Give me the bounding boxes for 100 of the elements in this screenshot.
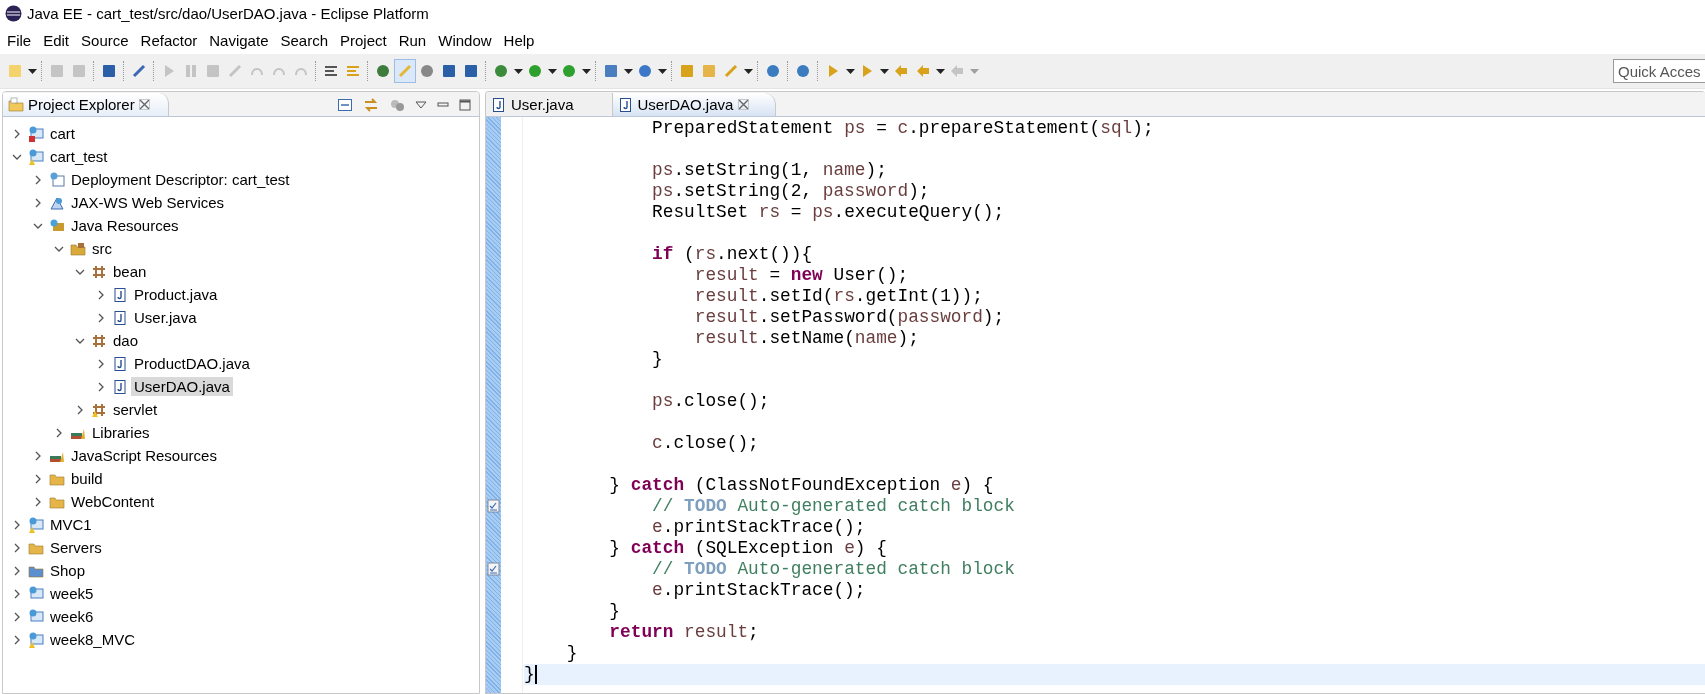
code-line: ps.setString(2, password); xyxy=(651,181,931,202)
tree-item[interactable]: week5 xyxy=(47,584,97,603)
menu-item[interactable]: Search xyxy=(275,30,333,51)
code-line: } xyxy=(651,349,664,370)
caret-icon xyxy=(623,68,633,74)
tree-item[interactable]: Servers xyxy=(47,538,105,557)
expand-chevron-icon[interactable] xyxy=(96,289,106,300)
tree-item[interactable]: JAX-WS Web Services xyxy=(68,193,228,212)
expand-chevron-icon[interactable] xyxy=(33,473,43,484)
code-line: // TODO Auto-generated catch block xyxy=(651,559,1016,580)
package-icon xyxy=(91,332,107,349)
caret-icon xyxy=(513,68,523,74)
expand-chevron-icon[interactable] xyxy=(33,450,43,461)
expand-chevron-icon[interactable] xyxy=(33,174,43,185)
code-line: result.setName(name); xyxy=(693,328,920,349)
caret-icon xyxy=(743,68,753,74)
project-icon xyxy=(28,125,44,142)
suspend-icon xyxy=(183,63,199,79)
task-marker-icon[interactable] xyxy=(487,561,500,576)
back-icon xyxy=(915,63,931,79)
expand-chevron-icon[interactable] xyxy=(12,565,22,576)
expand-chevron-icon[interactable] xyxy=(75,404,85,415)
window-title: Java EE - cart_test/src/dao/UserDAO.java - Eclipse Platform xyxy=(27,5,429,22)
code-line: result.setPassword(password); xyxy=(693,307,1006,328)
code-line: } xyxy=(565,643,579,664)
code-line: if (rs.next()){ xyxy=(651,244,814,265)
expand-chevron-icon[interactable] xyxy=(96,312,106,323)
code-line: ps.close(); xyxy=(651,391,771,412)
project-icon xyxy=(28,585,44,602)
tree-item[interactable]: week8_MVC xyxy=(47,630,139,649)
task-marker-icon[interactable] xyxy=(487,498,500,513)
tree-item[interactable]: cart_test xyxy=(47,147,111,166)
tree-item[interactable]: Java Resources xyxy=(68,216,182,235)
tree-item[interactable]: User.java xyxy=(131,308,200,327)
close-icon[interactable] xyxy=(738,99,750,110)
collapse-all-icon[interactable] xyxy=(337,96,353,113)
menu-item[interactable]: Run xyxy=(393,30,432,51)
code-line: } catch (SQLException e) { xyxy=(608,538,888,559)
java-file-icon xyxy=(112,286,128,303)
minimize-icon[interactable] xyxy=(437,101,449,108)
code-line: PreparedStatement ps = c.prepareStatement(sql); xyxy=(651,118,1155,139)
tree-item[interactable]: Libraries xyxy=(89,423,153,442)
tree-item[interactable]: Product.java xyxy=(131,285,221,304)
java-file-icon xyxy=(492,96,506,113)
quick-access-field[interactable]: Quick Acces xyxy=(1613,59,1705,83)
code-line: c.close(); xyxy=(651,433,760,454)
expand-chevron-icon[interactable] xyxy=(12,611,22,622)
menu-item[interactable]: Navigate xyxy=(204,30,274,51)
tree-item[interactable]: JavaScript Resources xyxy=(68,446,220,465)
java-file-icon xyxy=(112,378,128,395)
code-line: result.setId(rs.getInt(1)); xyxy=(693,286,984,307)
tree-item[interactable]: week6 xyxy=(47,607,97,626)
caret-icon xyxy=(581,68,591,74)
menu-item[interactable]: Edit xyxy=(38,30,75,51)
caret-icon xyxy=(935,68,945,74)
expand-chevron-icon[interactable] xyxy=(12,542,22,553)
editor-tab[interactable]: UserDAO.java xyxy=(612,93,777,116)
tree-item[interactable]: UserDAO.java xyxy=(131,377,233,396)
tree-item[interactable]: build xyxy=(68,469,106,488)
tree-item[interactable]: MVC1 xyxy=(47,515,95,534)
tree-item[interactable]: ProductDAO.java xyxy=(131,354,253,373)
expand-chevron-icon[interactable] xyxy=(12,588,22,599)
tree-item[interactable]: Deployment Descriptor: cart_test xyxy=(68,170,293,189)
package-icon xyxy=(91,401,107,418)
menu-item[interactable]: Refactor xyxy=(135,30,203,51)
project-icon xyxy=(28,608,44,625)
menu-item[interactable]: File xyxy=(2,30,37,51)
code-line: result = new User(); xyxy=(693,265,910,286)
expand-chevron-icon[interactable] xyxy=(33,197,43,208)
java-file-icon xyxy=(112,355,128,372)
expand-chevron-icon[interactable] xyxy=(54,427,64,438)
expand-chevron-icon[interactable] xyxy=(33,496,43,507)
code-line: e.printStackTrace(); xyxy=(651,580,867,601)
tree-item[interactable]: WebContent xyxy=(68,492,158,511)
expand-chevron-icon[interactable] xyxy=(96,358,106,369)
view-tab[interactable]: Project Explorer xyxy=(3,93,169,116)
close-icon[interactable] xyxy=(138,99,150,110)
tree-item[interactable]: Shop xyxy=(47,561,89,580)
expand-chevron-icon[interactable] xyxy=(96,381,106,392)
menu-item[interactable]: Source xyxy=(76,30,134,51)
tree-item[interactable]: bean xyxy=(110,262,150,281)
maximize-icon[interactable] xyxy=(459,98,471,111)
menu-item[interactable]: Window xyxy=(433,30,497,51)
menu-item[interactable]: Help xyxy=(498,30,540,51)
tree-item[interactable]: servlet xyxy=(110,400,161,419)
caret-icon xyxy=(845,68,855,74)
tree-item[interactable]: src xyxy=(89,239,115,258)
tree-item[interactable]: dao xyxy=(110,331,142,350)
code-line: // TODO Auto-generated catch block xyxy=(651,496,1016,517)
tab-label: Project Explorer xyxy=(28,96,135,113)
expand-chevron-icon[interactable] xyxy=(12,634,22,645)
code-line: } catch (ClassNotFoundException e) { xyxy=(608,475,995,496)
expand-chevron-icon[interactable] xyxy=(12,519,22,530)
caret-icon xyxy=(547,68,557,74)
caret-icon xyxy=(879,68,889,74)
view-menu-icon[interactable] xyxy=(415,100,427,109)
expand-chevron-icon[interactable] xyxy=(12,128,22,139)
tree-item[interactable]: cart xyxy=(47,124,78,143)
project-icon xyxy=(28,516,44,533)
menu-item[interactable]: Project xyxy=(335,30,392,51)
